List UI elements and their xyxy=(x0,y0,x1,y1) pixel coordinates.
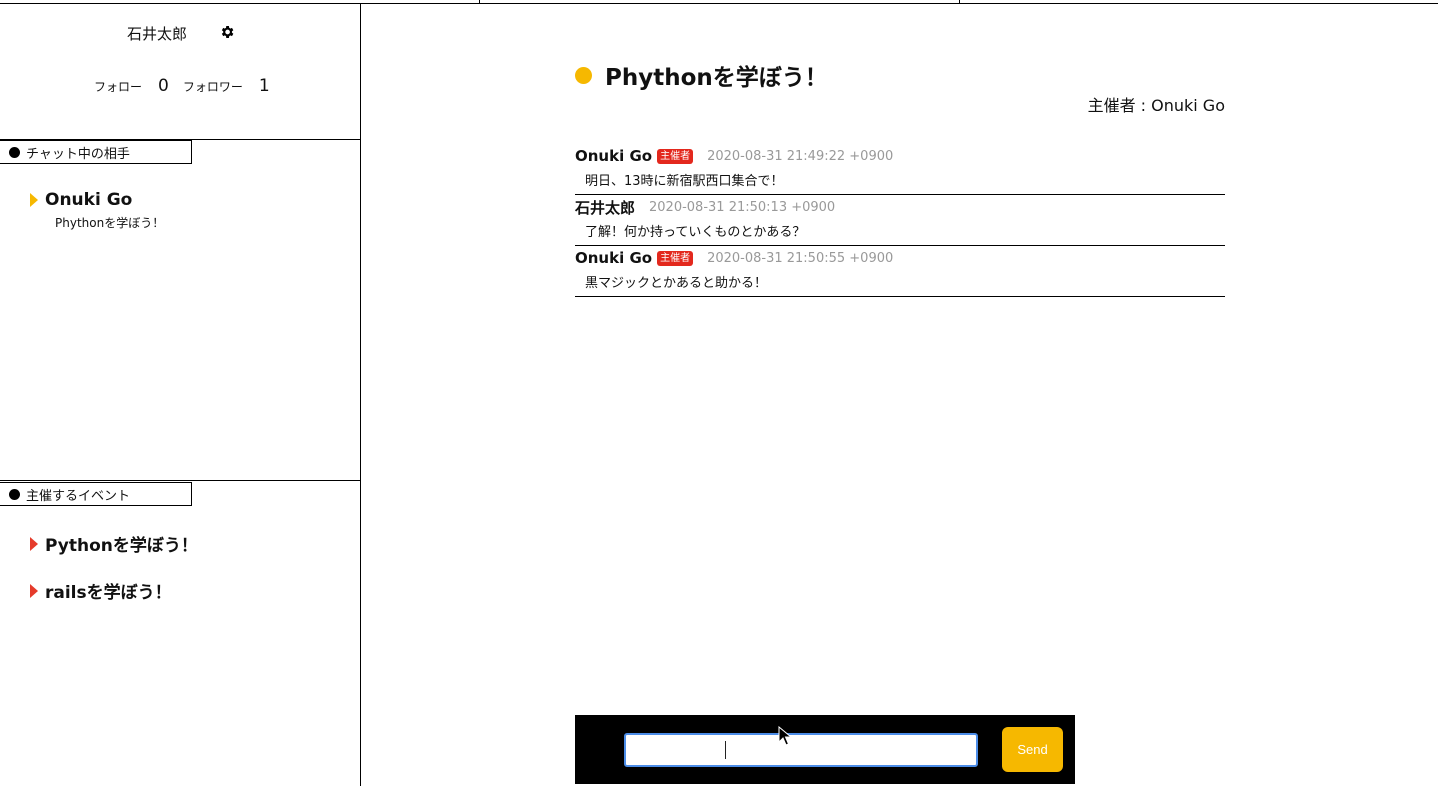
gear-icon[interactable] xyxy=(219,24,235,40)
hosted-event-item[interactable]: railsを学ぼう！ xyxy=(30,578,172,603)
profile-panel: 石井太郎 フォロー 0 フォロワー 1 xyxy=(0,4,360,140)
message-item: Onuki Go 主催者 2020-08-31 21:50:55 +0900 黒… xyxy=(575,246,1225,297)
event-header: Phythonを学ぼう！ xyxy=(575,58,828,92)
message-author: Onuki Go xyxy=(575,249,653,267)
message-item: 石井太郎 2020-08-31 21:50:13 +0900 了解！何か持ってい… xyxy=(575,195,1225,246)
message-author: 石井太郎 xyxy=(575,198,636,217)
chat-section-label: チャット中の相手 xyxy=(0,140,192,164)
bullet-icon xyxy=(9,146,20,158)
message-timestamp: 2020-08-31 21:50:55 +0900 xyxy=(707,250,894,266)
chat-item[interactable]: Onuki Go Phythonを学ぼう！ xyxy=(30,190,164,231)
message-input[interactable] xyxy=(624,733,978,767)
message-timestamp: 2020-08-31 21:49:22 +0900 xyxy=(707,148,894,164)
organizer-label: 主催者 : Onuki Go xyxy=(1087,96,1225,115)
user-name: 石井太郎 xyxy=(127,25,188,43)
triangle-right-icon xyxy=(30,193,38,207)
hosted-event-title: Pythonを学ぼう！ xyxy=(45,536,198,556)
message-author: Onuki Go xyxy=(575,147,653,165)
message-body: 明日、13時に新宿駅西口集合で！ xyxy=(585,174,784,189)
follower-label[interactable]: フォロワー xyxy=(183,78,243,95)
event-title: Phythonを学ぼう！ xyxy=(605,65,828,91)
host-badge: 主催者 xyxy=(657,250,694,266)
hosted-event-item[interactable]: Pythonを学ぼう！ xyxy=(30,531,198,556)
follower-count[interactable]: 1 xyxy=(259,76,270,96)
text-caret xyxy=(725,741,726,759)
triangle-right-icon xyxy=(30,583,38,598)
chat-event-name: Phythonを学ぼう！ xyxy=(55,216,165,230)
follow-stats: フォロー 0 フォロワー 1 xyxy=(94,76,270,96)
message-body: 黒マジックとかあると助かる！ xyxy=(585,276,768,291)
message-composer: Send xyxy=(575,715,1075,784)
top-tick xyxy=(959,0,960,4)
status-dot-icon xyxy=(575,66,592,84)
follow-count[interactable]: 0 xyxy=(158,76,169,96)
message-timestamp: 2020-08-31 21:50:13 +0900 xyxy=(649,199,836,215)
chat-partner-name: Onuki Go xyxy=(45,190,133,210)
send-button[interactable]: Send xyxy=(1002,727,1063,772)
hosted-event-title: railsを学ぼう！ xyxy=(45,583,172,603)
top-tick xyxy=(479,0,480,4)
events-section-label: 主催するイベント xyxy=(0,482,192,506)
host-badge: 主催者 xyxy=(657,148,694,164)
triangle-right-icon xyxy=(30,536,38,551)
sidebar: 石井太郎 フォロー 0 フォロワー 1 チャット中の相手 Onuki Go Ph… xyxy=(0,4,361,786)
message-body: 了解！何か持っていくものとかある？ xyxy=(585,225,806,240)
bullet-icon xyxy=(9,488,20,500)
message-item: Onuki Go 主催者 2020-08-31 21:49:22 +0900 明… xyxy=(575,144,1225,195)
mouse-pointer-icon xyxy=(778,726,792,746)
message-list: Onuki Go 主催者 2020-08-31 21:49:22 +0900 明… xyxy=(575,144,1225,297)
follow-label[interactable]: フォロー xyxy=(94,78,142,95)
section-divider xyxy=(0,480,360,481)
